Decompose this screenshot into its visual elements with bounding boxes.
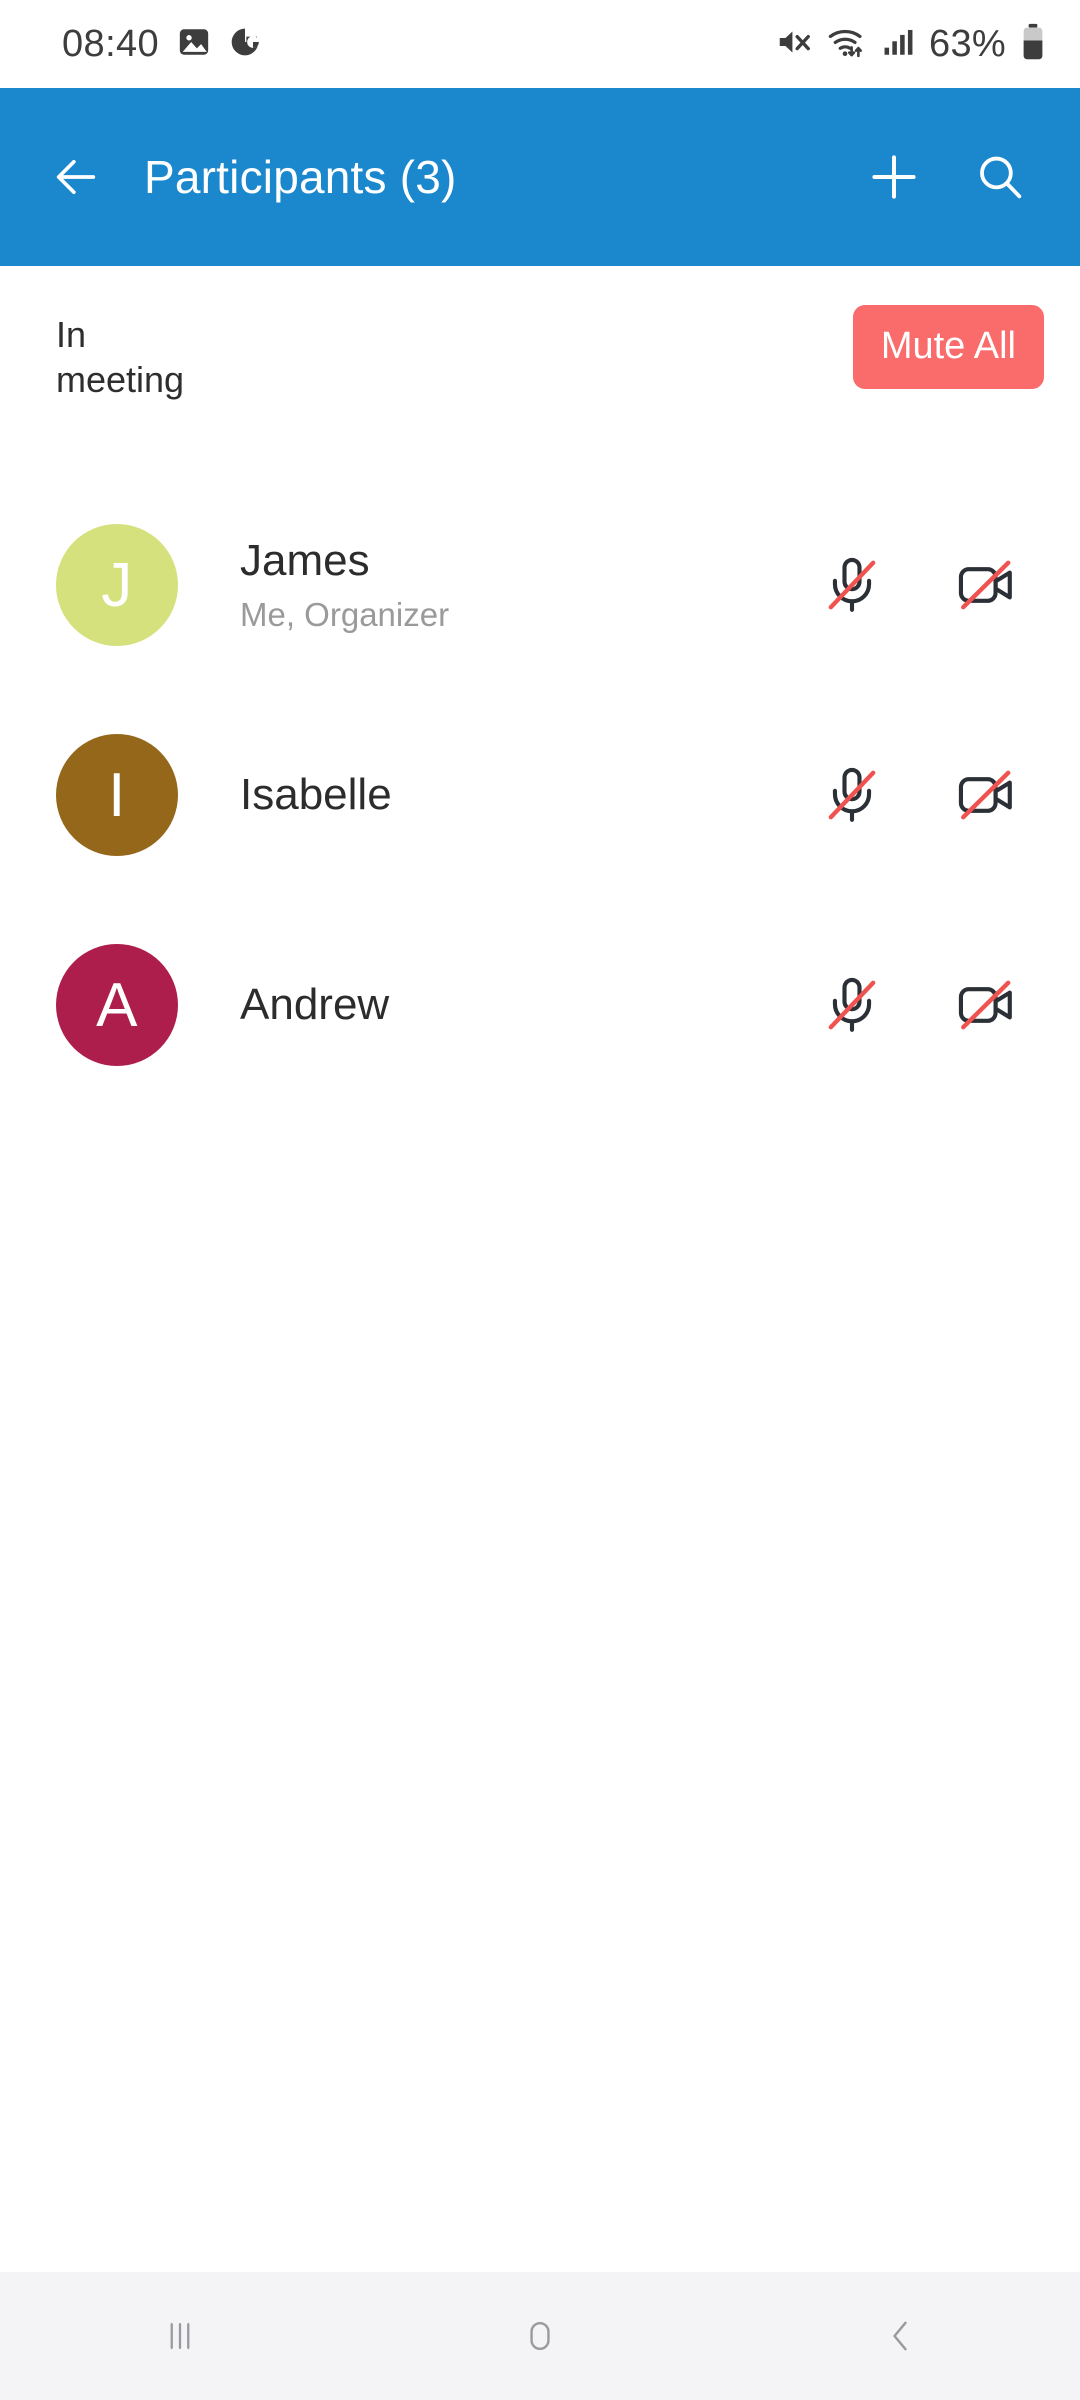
participant-name: James	[240, 536, 370, 586]
status-bar-left: 08:40	[62, 23, 261, 66]
status-bar-right: 63%	[775, 22, 1046, 67]
table-row[interactable]: A Andrew	[0, 900, 1080, 1110]
mic-off-icon[interactable]	[812, 965, 892, 1045]
back-icon[interactable]	[810, 2272, 990, 2400]
android-nav-bar	[0, 2272, 1080, 2400]
participant-subtitle: Me, Organizer	[240, 596, 450, 634]
back-arrow-icon[interactable]	[34, 135, 118, 219]
page-title: Participants (3)	[144, 151, 457, 203]
participant-info: Andrew	[240, 979, 812, 1030]
add-participant-icon[interactable]	[850, 133, 938, 221]
participant-controls	[812, 545, 1040, 625]
app-badge-icon	[229, 26, 261, 63]
camera-off-icon[interactable]	[946, 545, 1026, 625]
table-row[interactable]: J James Me, Organizer	[0, 480, 1080, 690]
participant-name: Isabelle	[240, 770, 392, 820]
camera-off-icon[interactable]	[946, 755, 1026, 835]
avatar-initial: A	[96, 970, 138, 1040]
battery-percentage: 63%	[929, 22, 1006, 65]
wifi-icon	[827, 22, 867, 67]
search-icon[interactable]	[956, 133, 1044, 221]
participant-info: James Me, Organizer	[240, 535, 812, 634]
status-bar: 08:40 63%	[0, 0, 1080, 88]
mute-all-button[interactable]: Mute All	[852, 305, 1044, 389]
table-row[interactable]: I Isabelle	[0, 690, 1080, 900]
section-label-in-meeting: In meeting	[56, 314, 185, 400]
participant-controls	[812, 755, 1040, 835]
camera-off-icon[interactable]	[946, 965, 1026, 1045]
participant-name: Andrew	[240, 980, 390, 1030]
participant-info: Isabelle	[240, 769, 812, 820]
avatar: I	[56, 734, 178, 856]
home-icon[interactable]	[450, 2272, 630, 2400]
participant-list: J James Me, Organizer I Isabelle A Andre…	[0, 480, 1080, 1110]
avatar-initial: I	[108, 760, 126, 830]
avatar: A	[56, 944, 178, 1066]
status-bar-clock: 08:40	[62, 22, 160, 65]
mic-off-icon[interactable]	[812, 545, 892, 625]
mute-volume-icon	[775, 23, 813, 66]
participant-controls	[812, 965, 1040, 1045]
battery-icon	[1020, 23, 1046, 66]
avatar: J	[56, 524, 178, 646]
mic-off-icon[interactable]	[812, 755, 892, 835]
avatar-initial: J	[101, 550, 133, 620]
app-screen: 08:40 63% Participants (3) In meeting Mu…	[0, 0, 1080, 2400]
app-bar: Participants (3)	[0, 88, 1080, 266]
gallery-icon	[177, 25, 211, 64]
recents-icon[interactable]	[90, 2272, 270, 2400]
cellular-signal-icon	[881, 25, 915, 64]
